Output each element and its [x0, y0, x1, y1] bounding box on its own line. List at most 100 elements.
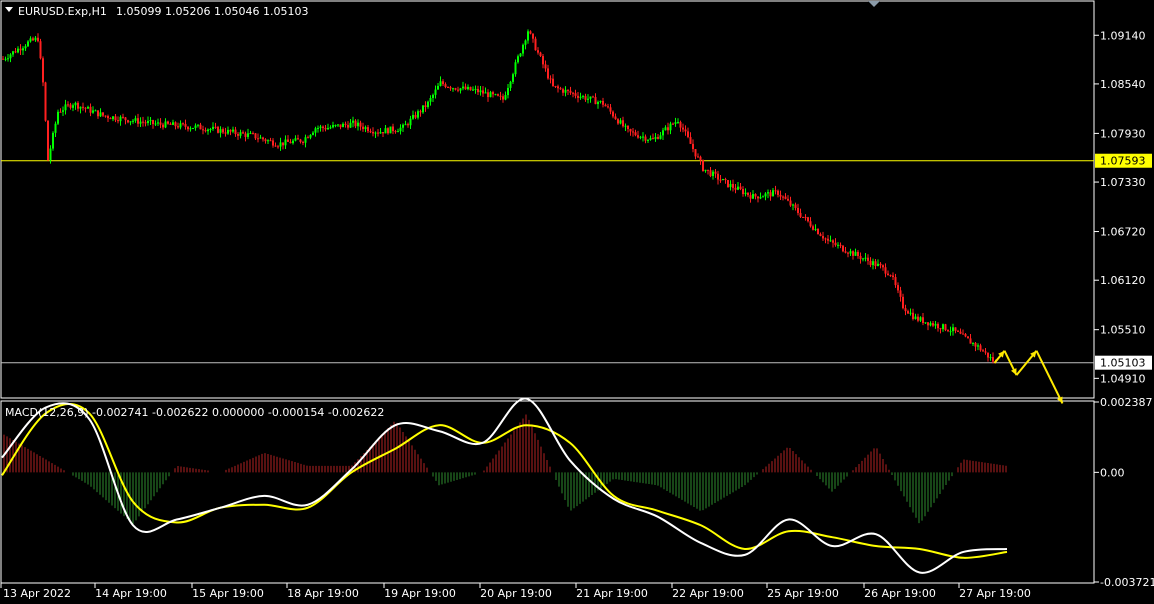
symbol-title: EURUSD.Exp,H1 [18, 5, 107, 18]
candle-body [567, 89, 569, 91]
candle-body [29, 38, 32, 42]
candle-body [119, 116, 122, 122]
candle-body [114, 116, 117, 121]
candle-body [24, 46, 27, 49]
macd-line[interactable] [1, 397, 1008, 574]
candle-body [782, 196, 784, 198]
macd-tick-label: 0.002387 [1100, 396, 1153, 409]
time-tick-label: 18 Apr 19:00 [287, 587, 359, 600]
candle-body [709, 170, 712, 177]
candle-body [857, 251, 859, 257]
candle-body [159, 122, 162, 125]
candle-body [914, 316, 917, 319]
candle-body [594, 97, 597, 105]
price-pane[interactable] [1, 29, 1094, 404]
candle-body [642, 136, 644, 138]
candle-body [507, 87, 509, 96]
chart-canvas[interactable]: EURUSD.Exp,H1 1.05099 1.05206 1.05046 1.… [0, 0, 1154, 604]
candle-body [264, 139, 267, 142]
candle-body [394, 131, 397, 133]
candle-body [392, 126, 394, 132]
candle-body [712, 171, 714, 177]
forecast-arrow[interactable] [1035, 350, 1064, 404]
candle-body [582, 96, 584, 98]
time-tick-label: 21 Apr 19:00 [576, 587, 648, 600]
candle-body [619, 120, 622, 124]
candle-body [767, 192, 769, 194]
candle-body [789, 200, 792, 206]
time-tick-label: 14 Apr 19:00 [95, 587, 167, 600]
candle-body [2, 58, 4, 60]
candle-body [467, 86, 469, 90]
candle-body [167, 121, 169, 124]
candle-body [339, 124, 342, 128]
candle-body [57, 111, 59, 124]
signal-line[interactable] [1, 403, 1008, 559]
candle-body [982, 350, 984, 352]
candle-body [512, 74, 514, 82]
candle-body [562, 89, 564, 93]
candle-body [944, 324, 947, 331]
candle-body [802, 216, 804, 218]
candle-body [349, 122, 352, 128]
candle-body [107, 116, 109, 119]
scroll-marker-icon[interactable] [868, 1, 880, 7]
candle-body [67, 104, 69, 106]
candle-body [647, 139, 649, 141]
candle-body [784, 196, 787, 199]
candle-body [314, 128, 317, 133]
candle-body [454, 88, 457, 90]
candle-body [979, 345, 982, 351]
candle-body [869, 260, 872, 266]
candle-body [44, 82, 47, 121]
candle-body [424, 105, 427, 108]
time-tick-label: 13 Apr 2022 [3, 587, 71, 600]
candle-body [659, 135, 662, 139]
candle-body [732, 183, 734, 188]
candle-body [294, 138, 297, 141]
candle-body [514, 62, 517, 75]
candle-body [912, 312, 914, 319]
candle-body [252, 133, 254, 135]
candle-body [722, 178, 724, 181]
candle-body [484, 92, 487, 94]
candle-body [64, 104, 67, 111]
candle-body [592, 96, 594, 98]
candle-body [362, 126, 364, 130]
candle-body [329, 127, 332, 129]
candle-body [544, 64, 547, 69]
candle-body [734, 187, 737, 190]
candle-body [414, 114, 417, 118]
candle-body [97, 110, 99, 117]
candle-body [769, 192, 772, 197]
candle-body [774, 190, 777, 192]
candle-body [604, 104, 607, 107]
candle-body [457, 89, 459, 91]
candle-body [877, 263, 879, 267]
candle-body [72, 105, 74, 108]
symbol-menu-triangle-icon[interactable] [5, 7, 13, 12]
candle-body [892, 275, 894, 278]
candle-body [272, 140, 274, 146]
candle-body [304, 137, 307, 143]
macd-pane[interactable] [1, 397, 1008, 574]
time-tick-label: 26 Apr 19:00 [864, 587, 936, 600]
candle-body [777, 190, 779, 195]
candle-body [694, 149, 697, 157]
price-tick-label: 1.09140 [1100, 29, 1146, 42]
candle-body [952, 327, 954, 332]
candle-body [804, 217, 807, 219]
candle-body [419, 111, 422, 113]
candle-body [677, 121, 679, 123]
candle-body [74, 102, 77, 106]
candle-body [717, 173, 719, 180]
candle-body [289, 141, 292, 144]
candle-body [142, 121, 144, 123]
candle-body [99, 112, 102, 117]
candle-body [239, 132, 242, 136]
candle-body [437, 85, 439, 90]
candle-body [229, 129, 232, 132]
candle-body [439, 81, 442, 86]
candle-body [149, 120, 152, 122]
candle-body [834, 242, 837, 246]
